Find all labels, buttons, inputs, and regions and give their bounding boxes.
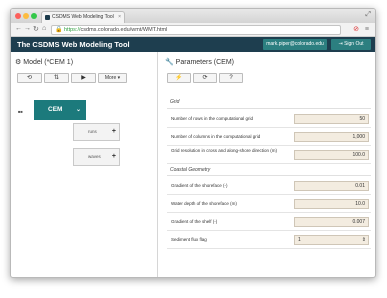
param-shoreface-depth-input[interactable]: 10.0 bbox=[294, 199, 369, 209]
model-panel: ⚙ Model (*CEM 1) ⟲ ⇅ ▶ More ▾ ■■ CEM ⌄ r… bbox=[11, 52, 158, 277]
address-bar[interactable]: 🔒 https://csdms.colorado.edu/wmt/WMT.htm… bbox=[51, 25, 341, 35]
param-label: Sediment flux flag bbox=[171, 237, 207, 242]
section-grid-label: Grid bbox=[170, 99, 180, 105]
home-icon[interactable]: ⌂ bbox=[42, 25, 46, 32]
component-cem-label: CEM bbox=[48, 106, 63, 113]
add-component-icon[interactable]: + bbox=[112, 149, 116, 165]
param-sediment-flux-select[interactable]: 1 ⇕ bbox=[294, 235, 369, 245]
param-row: Gradient of the shoreface (-) 0.01 bbox=[167, 177, 371, 195]
parameters-toolbar: ⚡ ⟳ ? bbox=[167, 73, 243, 83]
browser-tab[interactable]: CSDMS Web Modeling Tool × bbox=[41, 11, 125, 23]
minimize-window-button[interactable] bbox=[23, 13, 29, 19]
param-row: Number of rows in the computational grid… bbox=[167, 110, 371, 128]
sort-model-button[interactable]: ⇅ bbox=[44, 73, 69, 83]
app-title: The CSDMS Web Modeling Tool bbox=[17, 40, 130, 49]
close-window-button[interactable] bbox=[15, 13, 21, 19]
sign-out-icon: ⇥ bbox=[338, 41, 343, 47]
model-title: Model (*CEM 1) bbox=[23, 59, 74, 66]
url-scheme: https:// bbox=[64, 27, 81, 33]
param-label: Water depth of the shoreface (m) bbox=[171, 201, 237, 206]
close-tab-icon[interactable]: × bbox=[118, 12, 121, 23]
favicon-icon bbox=[45, 15, 50, 20]
add-component-icon[interactable]: + bbox=[112, 124, 116, 140]
param-label: Grid resolution in cross and along-shore… bbox=[171, 148, 278, 153]
parameters-title: Parameters (CEM) bbox=[175, 59, 235, 66]
zoom-window-button[interactable] bbox=[31, 13, 37, 19]
param-row: Grid resolution in cross and along-shore… bbox=[167, 146, 371, 164]
tree-marker: ■■ bbox=[18, 109, 23, 114]
fullscreen-icon[interactable]: ⤢ bbox=[365, 11, 371, 19]
port-waves-label: waves bbox=[88, 154, 101, 159]
param-resolution-input[interactable]: 100.0 bbox=[294, 150, 369, 160]
wrench-icon: 🔧 bbox=[165, 59, 174, 66]
help-button[interactable]: ? bbox=[219, 73, 243, 83]
parameters-panel: 🔧 Parameters (CEM) ⚡ ⟳ ? Grid Number of … bbox=[159, 52, 375, 277]
param-label: Gradient of the shelf (-) bbox=[171, 219, 218, 224]
url-text: csdms.colorado.edu/wmt/WMT.html bbox=[80, 27, 168, 33]
param-columns-input[interactable]: 1,000 bbox=[294, 132, 369, 142]
run-model-button[interactable]: ▶ bbox=[71, 73, 96, 83]
section-divider bbox=[167, 108, 371, 109]
user-account-button[interactable]: mark.piper@colorado.edu bbox=[263, 39, 327, 50]
browser-tab-bar: CSDMS Web Modeling Tool × ⤢ bbox=[11, 9, 375, 23]
lock-icon: 🔒 bbox=[55, 27, 63, 33]
extension-icons: ⊘ ≡ bbox=[349, 25, 369, 33]
port-runs-block[interactable]: runs + bbox=[73, 123, 120, 141]
menu-icon[interactable]: ≡ bbox=[365, 26, 369, 33]
refresh-button[interactable]: ⟳ bbox=[193, 73, 217, 83]
model-panel-title: ⚙ Model (*CEM 1) bbox=[15, 58, 73, 66]
more-menu-button[interactable]: More ▾ bbox=[98, 73, 127, 83]
section-divider bbox=[167, 175, 371, 176]
param-row: Water depth of the shoreface (m) 10.0 bbox=[167, 195, 371, 213]
browser-window: CSDMS Web Modeling Tool × ⤢ ← → ↻ ⌂ 🔒 ht… bbox=[10, 8, 376, 278]
app-header: The CSDMS Web Modeling Tool mark.piper@c… bbox=[11, 37, 375, 52]
port-waves-block[interactable]: waves + bbox=[73, 148, 120, 166]
parameters-panel-title: 🔧 Parameters (CEM) bbox=[165, 58, 234, 66]
forward-icon[interactable]: → bbox=[24, 25, 31, 32]
model-toolbar: ⟲ ⇅ ▶ More ▾ bbox=[17, 73, 127, 83]
param-row: Sediment flux flag 1 ⇕ bbox=[167, 231, 371, 249]
component-cem-block[interactable]: CEM ⌄ bbox=[34, 100, 86, 120]
tab-title: CSDMS Web Modeling Tool bbox=[52, 14, 114, 20]
select-value: 1 bbox=[298, 237, 301, 243]
main-content: ⚙ Model (*CEM 1) ⟲ ⇅ ▶ More ▾ ■■ CEM ⌄ r… bbox=[11, 52, 375, 277]
stop-extension-icon[interactable]: ⊘ bbox=[353, 26, 359, 33]
param-label: Number of rows in the computational grid bbox=[171, 116, 254, 121]
back-icon[interactable]: ← bbox=[15, 25, 22, 32]
browser-toolbar: ← → ↻ ⌂ 🔒 https://csdms.colorado.edu/wmt… bbox=[11, 23, 375, 37]
sign-out-label: Sign Out bbox=[344, 41, 364, 47]
param-shoreface-gradient-input[interactable]: 0.01 bbox=[294, 181, 369, 191]
reset-model-button[interactable]: ⟲ bbox=[17, 73, 42, 83]
chevron-down-icon[interactable]: ⌄ bbox=[76, 100, 81, 120]
updown-arrow-icon: ⇕ bbox=[361, 237, 366, 243]
gears-icon: ⚙ bbox=[15, 59, 22, 66]
reload-icon[interactable]: ↻ bbox=[33, 25, 39, 33]
apply-defaults-button[interactable]: ⚡ bbox=[167, 73, 191, 83]
param-shelf-gradient-input[interactable]: 0.007 bbox=[294, 217, 369, 227]
port-runs-label: runs bbox=[88, 129, 97, 134]
sign-out-button[interactable]: ⇥ Sign Out bbox=[331, 39, 371, 50]
section-coastal-label: Coastal Geometry bbox=[170, 167, 211, 173]
param-row: Number of columns in the computational g… bbox=[167, 128, 371, 146]
param-label: Number of columns in the computational g… bbox=[171, 134, 261, 139]
param-label: Gradient of the shoreface (-) bbox=[171, 183, 228, 188]
param-rows-input[interactable]: 50 bbox=[294, 114, 369, 124]
param-row: Gradient of the shelf (-) 0.007 bbox=[167, 213, 371, 231]
